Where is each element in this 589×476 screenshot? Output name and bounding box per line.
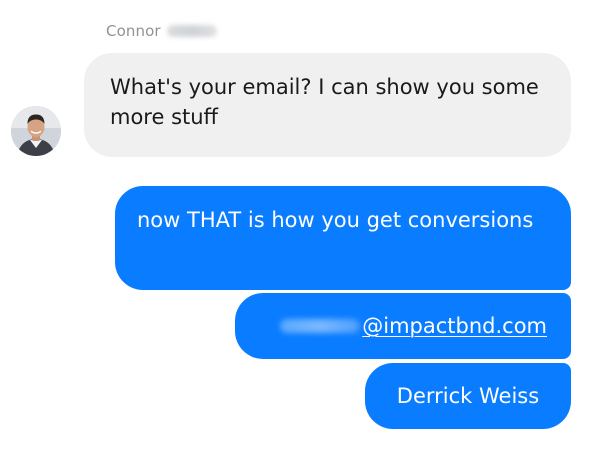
email-address[interactable]: @impactbnd.com (280, 311, 547, 341)
outgoing-name-bubble[interactable]: Derrick Weiss (365, 363, 571, 429)
incoming-message-text: What's your email? I can show you some m… (110, 75, 539, 129)
outgoing-message-bubble[interactable]: now THAT is how you get conversions (115, 186, 571, 290)
avatar-person-icon (11, 106, 61, 156)
incoming-message-bubble[interactable]: What's your email? I can show you some m… (84, 53, 571, 157)
blurred-surname (166, 25, 217, 37)
sender-first-name: Connor (106, 22, 161, 40)
contact-avatar[interactable] (11, 106, 61, 156)
outgoing-message-text: now THAT is how you get conversions (137, 208, 534, 232)
blurred-email-username (280, 319, 361, 333)
outgoing-email-bubble[interactable]: @impactbnd.com (235, 293, 571, 359)
sender-name-label: Connor (106, 20, 217, 42)
outgoing-name-text: Derrick Weiss (396, 384, 540, 408)
email-domain-link[interactable]: @impactbnd.com (362, 311, 547, 341)
